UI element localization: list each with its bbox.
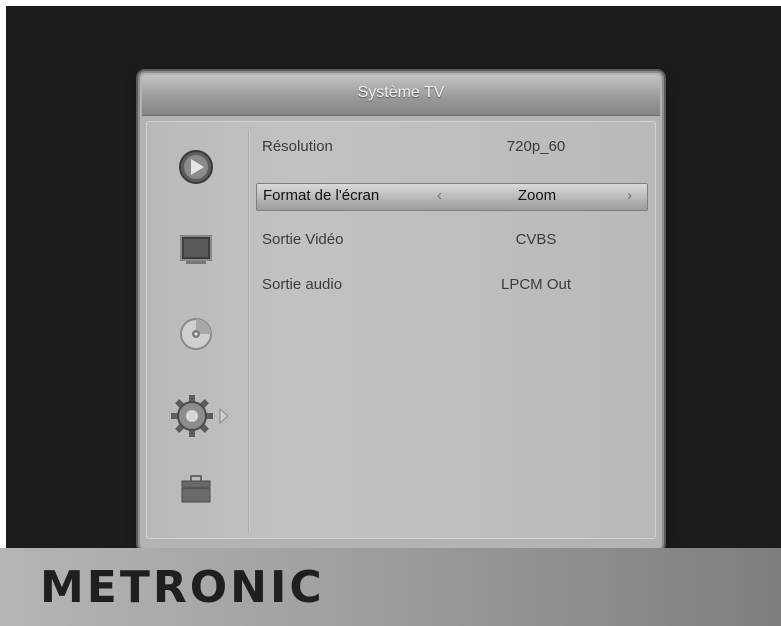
play-icon[interactable] <box>178 149 214 185</box>
disc-icon[interactable] <box>178 316 214 352</box>
tv-screen: Système TV Résolution 720p_60 Format de … <box>6 6 781 549</box>
setting-label: Sortie Vidéo <box>262 231 344 248</box>
setting-row-resolution[interactable]: Résolution 720p_60 <box>256 135 646 161</box>
sidebar-divider <box>248 131 250 531</box>
dialog-body: Résolution 720p_60 Format de l'écran ‹ Z… <box>146 121 656 539</box>
brand-bar: METRONIC <box>0 548 781 626</box>
brand-logo: METRONIC <box>40 562 325 613</box>
gear-icon[interactable] <box>168 391 238 441</box>
setting-row-screen-format[interactable]: Format de l'écran ‹ Zoom › <box>256 183 648 211</box>
setting-value: LPCM Out <box>500 276 572 293</box>
setting-label: Sortie audio <box>262 276 343 293</box>
setting-value: 720p_60 <box>506 138 566 155</box>
setting-label: Résolution <box>262 138 333 155</box>
chevron-right-icon[interactable]: › <box>627 187 632 204</box>
system-tv-dialog: Système TV Résolution 720p_60 Format de … <box>140 73 662 549</box>
briefcase-icon[interactable] <box>179 473 213 505</box>
setting-row-audio-output[interactable]: Sortie audio LPCM Out <box>256 273 646 299</box>
setting-row-video-output[interactable]: Sortie Vidéo CVBS <box>256 228 646 254</box>
setting-label: Format de l'écran <box>263 187 380 204</box>
dialog-title: Système TV <box>357 84 445 101</box>
setting-value: CVBS <box>515 231 557 248</box>
dialog-titlebar: Système TV <box>142 75 660 116</box>
monitor-icon[interactable] <box>178 233 214 267</box>
setting-value: Zoom <box>517 187 557 204</box>
